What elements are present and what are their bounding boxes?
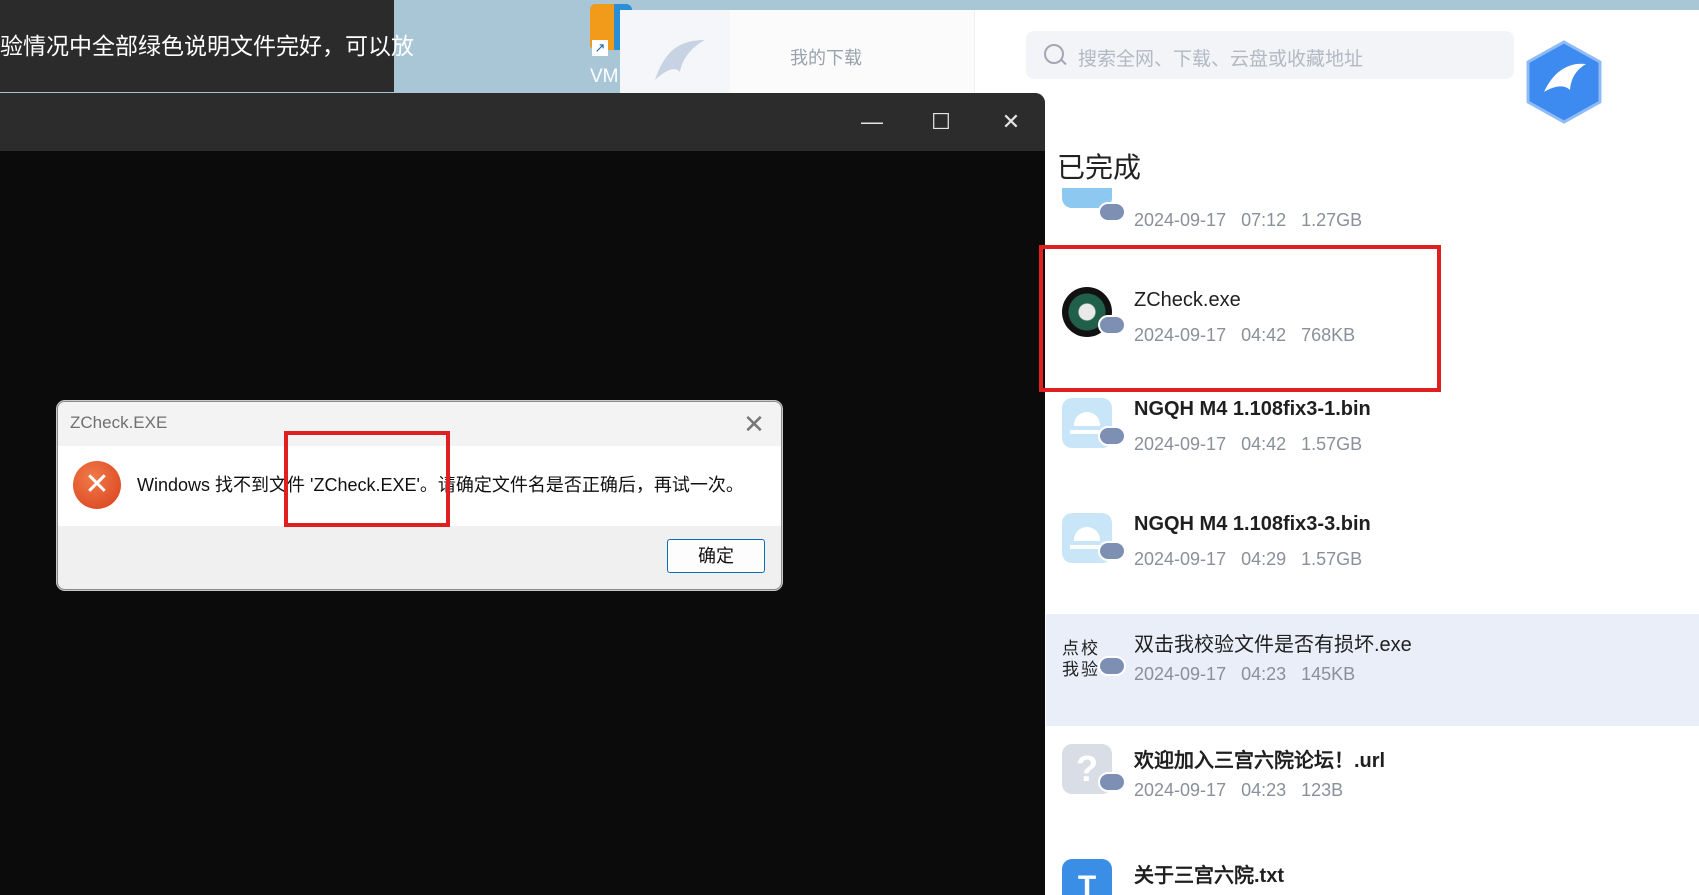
file-size: 1.57GB	[1301, 434, 1363, 454]
error-icon: ✕	[73, 461, 121, 509]
search-input[interactable]: 搜索全网、下载、云盘或收藏地址	[1026, 31, 1514, 79]
console-titlebar[interactable]: — ☐ ✕	[0, 93, 1045, 151]
search-icon	[1044, 44, 1064, 64]
file-size: 1.27GB	[1301, 210, 1363, 230]
close-button[interactable]: ✕	[977, 93, 1045, 151]
file-name: 双击我校验文件是否有损坏.exe	[1134, 634, 1412, 656]
cloud-icon	[1098, 202, 1126, 222]
cloud-icon	[1098, 426, 1126, 446]
list-item[interactable]: NGQH M4 1.108fix3-3.bin 2024-09-17 04:29…	[1046, 499, 1699, 611]
app-logo-area	[620, 10, 730, 102]
file-size: 123B	[1301, 780, 1344, 800]
cloud-icon	[1098, 541, 1126, 561]
list-item[interactable]: T 关于三宫六院.txt	[1046, 845, 1699, 895]
file-name: 欢迎加入三宫六院论坛！.url	[1134, 750, 1386, 772]
list-item[interactable]: 2024-09-17 07:12 1.27GB	[1046, 188, 1699, 240]
section-title-completed: 已完成	[1057, 152, 1142, 183]
file-date: 2024-09-17 04:29	[1134, 549, 1287, 569]
bird-logo-icon	[655, 40, 705, 80]
file-date: 2024-09-17 04:23	[1134, 780, 1287, 800]
dialog-title: ZCheck.EXE	[70, 413, 168, 432]
dialog-close-button[interactable]: ✕	[737, 407, 771, 441]
minimize-button[interactable]: —	[838, 93, 906, 151]
list-item[interactable]: NGQH M4 1.108fix3-1.bin 2024-09-17 04:42…	[1046, 384, 1699, 496]
highlight-box	[1039, 245, 1441, 392]
tab-my-downloads[interactable]: 我的下载	[730, 10, 975, 102]
ok-button[interactable]: 确定	[667, 539, 765, 573]
file-name: NGQH M4 1.108fix3-3.bin	[1134, 513, 1371, 535]
maximize-button[interactable]: ☐	[907, 93, 975, 151]
highlight-box	[284, 431, 450, 527]
file-size: 145KB	[1301, 664, 1356, 684]
notice-text: 验情况中全部绿色说明文件完好，可以放	[0, 33, 414, 59]
shortcut-arrow-icon: ↗	[592, 40, 608, 56]
list-item[interactable]: 点校我验 双击我校验文件是否有损坏.exe 2024-09-17 04:23 1…	[1046, 614, 1699, 726]
brand-hexagon-icon[interactable]	[1524, 40, 1604, 124]
cloud-icon	[1098, 656, 1126, 676]
file-name: 关于三宫六院.txt	[1134, 865, 1284, 887]
file-date: 2024-09-17 04:23	[1134, 664, 1287, 684]
txt-file-icon: T	[1062, 859, 1112, 895]
cloud-icon	[1098, 772, 1126, 792]
search-placeholder: 搜索全网、下载、云盘或收藏地址	[1078, 49, 1364, 70]
list-item[interactable]: ? 欢迎加入三宫六院论坛！.url 2024-09-17 04:23 123B	[1046, 730, 1699, 842]
file-name: NGQH M4 1.108fix3-1.bin	[1134, 398, 1371, 420]
file-date: 2024-09-17 04:42	[1134, 434, 1287, 454]
shortcut-label: VM	[590, 66, 619, 87]
file-date: 2024-09-17 07:12	[1134, 210, 1287, 230]
file-size: 1.57GB	[1301, 549, 1363, 569]
notice-banner: 验情况中全部绿色说明文件完好，可以放	[0, 0, 414, 92]
